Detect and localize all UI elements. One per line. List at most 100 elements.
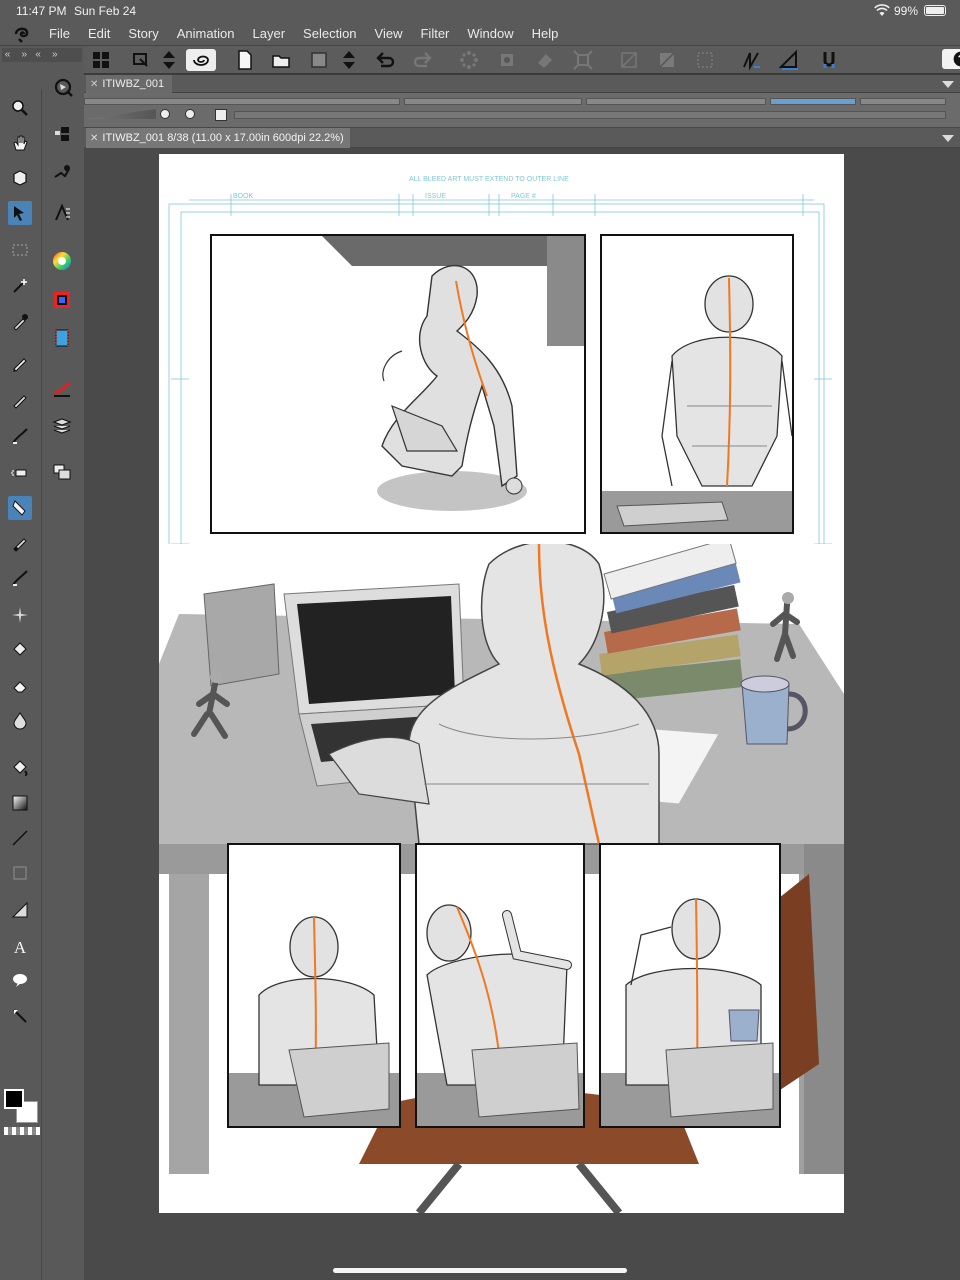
comic-page[interactable]: ALL BLEED ART MUST EXTEND TO OUTER LINE … xyxy=(159,154,844,1213)
blend-icon[interactable] xyxy=(8,531,32,555)
move-icon[interactable] xyxy=(8,201,32,225)
navigator-icon[interactable] xyxy=(50,74,78,102)
gradient-icon[interactable] xyxy=(8,791,32,815)
menu-help[interactable]: Help xyxy=(523,22,568,46)
battery-percent: 99% xyxy=(894,4,919,18)
tool-property-icon[interactable] xyxy=(50,201,74,225)
project-tab[interactable]: ✕ ITIWBZ_001 xyxy=(86,75,173,93)
panel-3[interactable] xyxy=(227,843,401,1128)
updown-icon[interactable] xyxy=(338,49,360,71)
stamp-icon[interactable] xyxy=(496,49,518,71)
airbrush-icon[interactable] xyxy=(8,460,32,484)
timeline-track[interactable] xyxy=(860,98,946,105)
layer-props-icon[interactable] xyxy=(50,121,74,145)
open-icon[interactable] xyxy=(270,49,292,71)
magic-wand-icon[interactable] xyxy=(8,274,32,298)
eyedropper-icon[interactable] xyxy=(8,310,32,334)
menu-view[interactable]: View xyxy=(366,22,412,46)
palette-header: « » « » xyxy=(2,48,82,62)
left-tool-palette: « » « » A xyxy=(0,46,84,1280)
pen-icon[interactable] xyxy=(8,351,32,375)
balloon-icon[interactable] xyxy=(8,968,32,992)
dots-icon[interactable] xyxy=(694,49,716,71)
timeline-track[interactable] xyxy=(404,98,582,105)
eraser-icon[interactable] xyxy=(8,674,32,698)
new-page-icon[interactable] xyxy=(234,49,256,71)
fill-disabled-icon[interactable] xyxy=(656,49,678,71)
material-icon[interactable] xyxy=(50,460,74,484)
chevron-down-icon[interactable] xyxy=(942,135,954,142)
menu-selection[interactable]: Selection xyxy=(294,22,365,46)
pen-sync-icon[interactable] xyxy=(740,49,762,71)
document-tab-label: ITIWBZ_001 8/38 (11.00 x 17.00in 600dpi … xyxy=(102,132,344,144)
save-icon[interactable] xyxy=(308,49,330,71)
panel-2[interactable] xyxy=(600,234,794,534)
color-wheel-icon[interactable] xyxy=(50,249,74,273)
ruler-icon[interactable] xyxy=(8,898,32,922)
frame-icon[interactable] xyxy=(8,861,32,885)
brush-size-icon[interactable] xyxy=(50,376,74,400)
brush-icon[interactable] xyxy=(8,566,32,590)
document-tab[interactable]: ✕ ITIWBZ_001 8/38 (11.00 x 17.00in 600dpi… xyxy=(86,128,350,148)
timeline-track[interactable] xyxy=(84,98,400,105)
grid-disabled-icon[interactable] xyxy=(618,49,640,71)
canvas-area[interactable]: ALL BLEED ART MUST EXTEND TO OUTER LINE … xyxy=(84,148,960,1280)
sub-tool-icon[interactable] xyxy=(50,161,74,185)
zoom-out-icon[interactable] xyxy=(160,109,170,119)
menu-animation[interactable]: Animation xyxy=(168,22,244,46)
grid-icon[interactable] xyxy=(90,49,112,71)
close-icon[interactable]: ✕ xyxy=(90,79,98,90)
timeline-selection[interactable] xyxy=(770,98,856,105)
arrows-icon[interactable] xyxy=(158,49,180,71)
magnet-icon[interactable] xyxy=(818,49,840,71)
eraser-icon[interactable] xyxy=(534,49,556,71)
menu-file[interactable]: File xyxy=(40,22,79,46)
fill-icon[interactable] xyxy=(8,756,32,780)
chevron-down-icon[interactable] xyxy=(942,81,954,88)
zoom-in-icon[interactable] xyxy=(185,109,195,119)
text-icon[interactable]: A xyxy=(8,934,32,958)
hand-icon[interactable] xyxy=(8,131,32,155)
menu-edit[interactable]: Edit xyxy=(79,22,119,46)
undo-icon[interactable] xyxy=(374,49,396,71)
decoration-icon[interactable] xyxy=(8,496,32,520)
timeline-scrollbar[interactable] xyxy=(234,111,946,119)
line-icon[interactable] xyxy=(8,826,32,850)
brush-icon[interactable] xyxy=(8,424,32,448)
transparent-swatch[interactable] xyxy=(4,1127,40,1135)
fit-icon[interactable] xyxy=(215,109,227,121)
rotate-icon[interactable] xyxy=(8,166,32,190)
panel-4[interactable] xyxy=(415,843,585,1128)
panel-1[interactable] xyxy=(210,234,586,534)
sparkle-icon[interactable] xyxy=(8,603,32,627)
menu-filter[interactable]: Filter xyxy=(411,22,458,46)
swirl-icon[interactable] xyxy=(186,49,216,71)
issue-label: ISSUE xyxy=(425,193,447,200)
menu-layer[interactable]: Layer xyxy=(244,22,295,46)
color-set-icon[interactable] xyxy=(50,288,74,312)
ruler-icon[interactable] xyxy=(778,49,800,71)
menu-story[interactable]: Story xyxy=(119,22,167,46)
spinner-icon[interactable] xyxy=(458,49,480,71)
zoom-slider[interactable] xyxy=(86,109,156,119)
layers-icon[interactable] xyxy=(50,414,74,438)
close-icon[interactable]: ✕ xyxy=(90,133,98,144)
animation-icon[interactable] xyxy=(50,326,74,350)
home-indicator[interactable] xyxy=(333,1268,627,1273)
foreground-color-swatch[interactable] xyxy=(4,1089,24,1109)
app-logo-icon[interactable] xyxy=(12,25,32,43)
help-icon[interactable]: ? xyxy=(942,49,960,69)
timeline-track[interactable] xyxy=(586,98,766,105)
blend-drop-icon[interactable] xyxy=(8,708,32,732)
panel-5[interactable] xyxy=(599,843,781,1128)
redo-icon[interactable] xyxy=(412,49,434,71)
menu-window[interactable]: Window xyxy=(458,22,522,46)
eraser-icon[interactable] xyxy=(8,638,32,662)
transform-icon[interactable] xyxy=(130,49,152,71)
marquee-icon[interactable] xyxy=(8,238,32,262)
correct-icon[interactable] xyxy=(8,1004,32,1028)
panel-2-art xyxy=(602,236,792,532)
crop-icon[interactable] xyxy=(572,49,594,71)
zoom-icon[interactable] xyxy=(8,96,32,120)
pencil-icon[interactable] xyxy=(8,388,32,412)
